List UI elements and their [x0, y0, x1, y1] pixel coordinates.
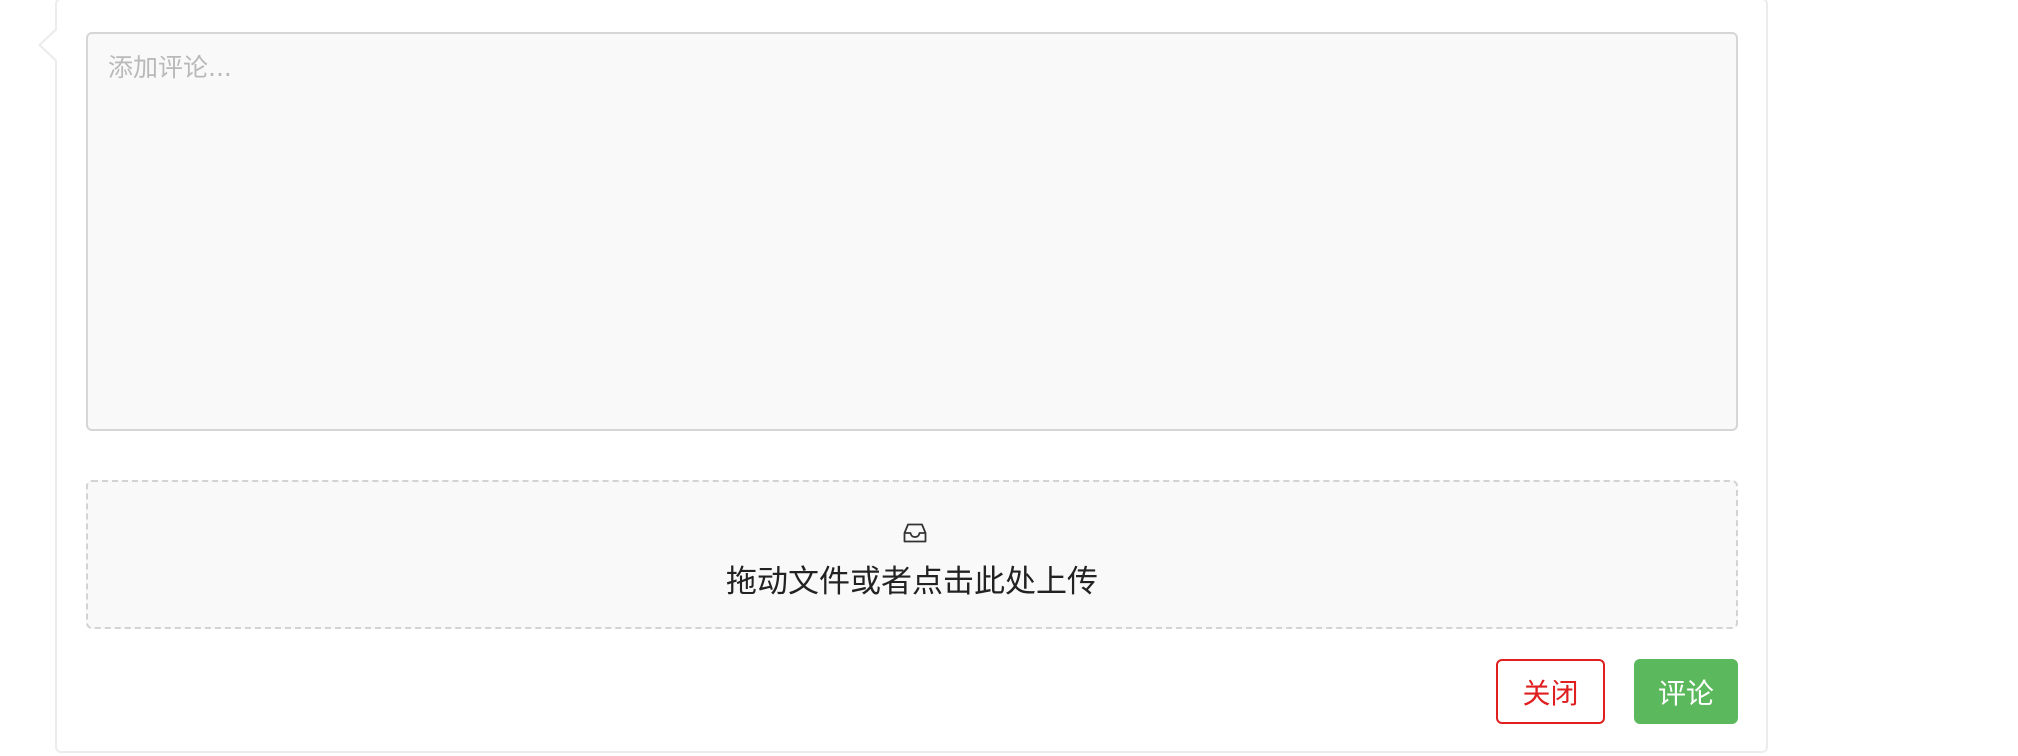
upload-instruction: 拖动文件或者点击此处上传: [726, 564, 1098, 600]
comment-textarea[interactable]: [86, 32, 1738, 431]
panel-pointer-fill: [41, 30, 57, 60]
inbox-icon: [903, 523, 927, 543]
submit-comment-button[interactable]: 评论: [1634, 659, 1738, 724]
close-button[interactable]: 关闭: [1496, 659, 1605, 724]
file-upload-dropzone[interactable]: 拖动文件或者点击此处上传: [86, 480, 1738, 629]
